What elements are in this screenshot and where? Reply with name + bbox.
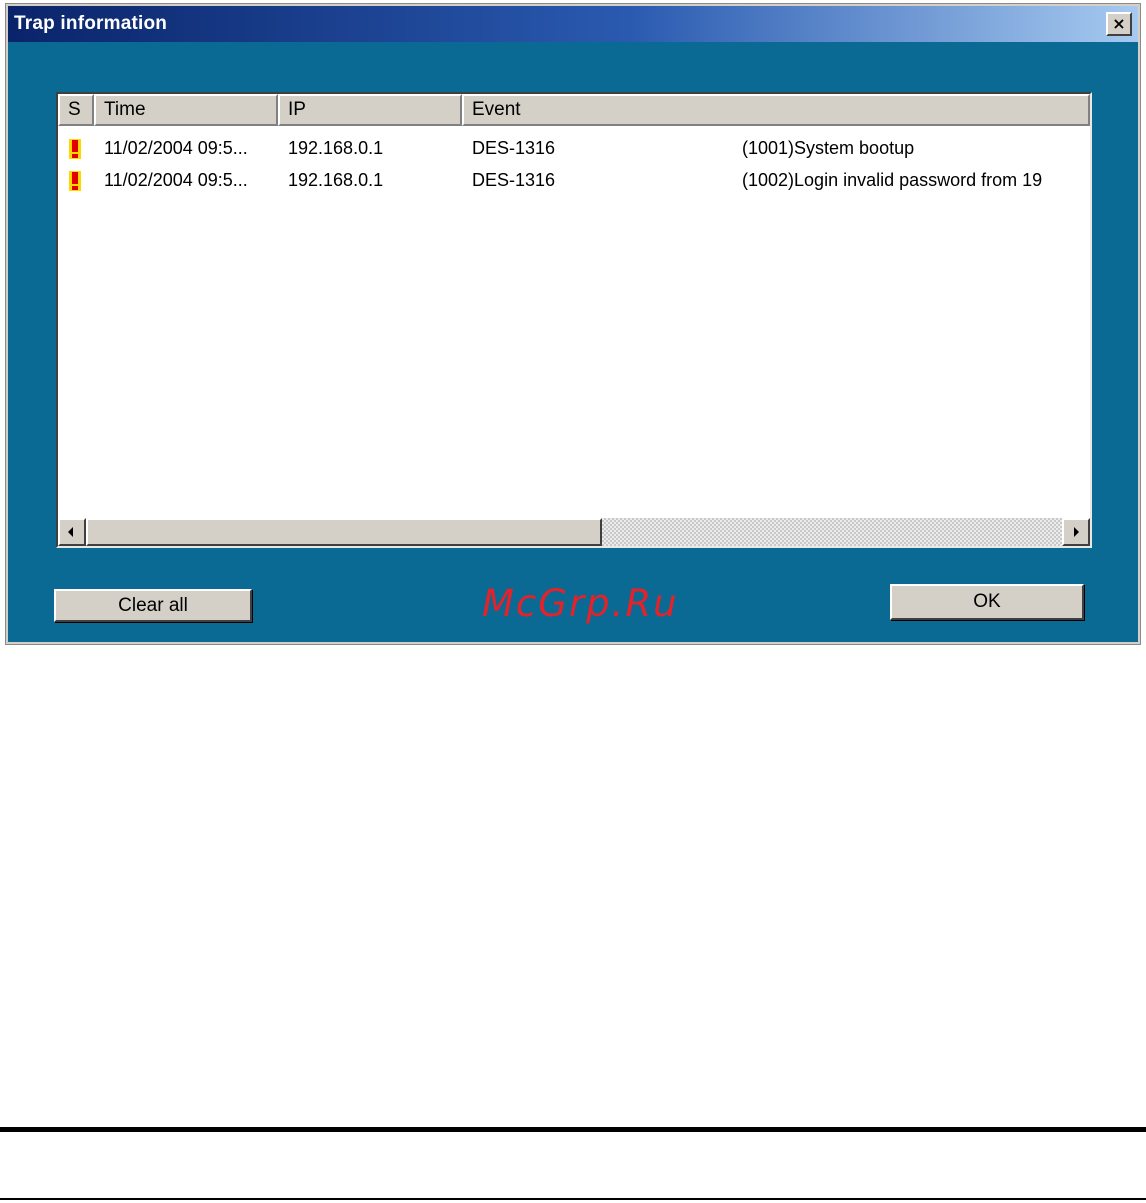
row-time: 11/02/2004 09:5... xyxy=(104,138,248,158)
scroll-left-button[interactable] xyxy=(58,518,86,546)
list-header: S Time IP Event xyxy=(58,94,1090,126)
window-title: Trap information xyxy=(14,13,168,34)
column-header-event[interactable]: Event xyxy=(462,94,1090,126)
table-row[interactable]: 11/02/2004 09:5... 192.168.0.1 DES-1316 … xyxy=(58,132,1090,164)
row-ip: 192.168.0.1 xyxy=(288,170,384,190)
title-bar[interactable]: Trap information × xyxy=(8,6,1138,42)
watermark-text: McGrp.Ru xyxy=(482,582,679,625)
page-divider-top xyxy=(0,1127,1146,1132)
ok-button[interactable]: OK xyxy=(890,584,1084,620)
exclamation-icon xyxy=(69,171,81,191)
page-divider-bottom xyxy=(0,1198,1146,1200)
row-event: (1001)System bootup xyxy=(742,138,915,158)
arrow-left-icon xyxy=(68,527,73,537)
scroll-thumb[interactable] xyxy=(86,518,602,546)
page: Trap information × S Time IP Event 11/02… xyxy=(0,0,1146,1203)
row-time: 11/02/2004 09:5... xyxy=(104,170,248,190)
row-device: DES-1316 xyxy=(472,170,556,190)
row-ip: 192.168.0.1 xyxy=(288,138,384,158)
table-row[interactable]: 11/02/2004 09:5... 192.168.0.1 DES-1316 … xyxy=(58,164,1090,196)
trap-list[interactable]: S Time IP Event 11/02/2004 09:5... 192.1… xyxy=(56,92,1092,548)
exclamation-icon xyxy=(69,139,81,159)
trap-information-dialog: Trap information × S Time IP Event 11/02… xyxy=(6,4,1140,644)
close-icon: × xyxy=(1112,14,1126,33)
column-header-ip[interactable]: IP xyxy=(278,94,462,126)
clear-all-button[interactable]: Clear all xyxy=(54,589,252,622)
horizontal-scrollbar[interactable] xyxy=(58,518,1090,546)
scroll-right-button[interactable] xyxy=(1062,518,1090,546)
close-button[interactable]: × xyxy=(1106,12,1132,36)
column-header-time[interactable]: Time xyxy=(94,94,278,126)
column-header-severity[interactable]: S xyxy=(58,94,94,126)
row-device: DES-1316 xyxy=(472,138,556,158)
arrow-right-icon xyxy=(1074,527,1079,537)
row-event: (1002)Login invalid password from 19 xyxy=(742,170,1043,190)
